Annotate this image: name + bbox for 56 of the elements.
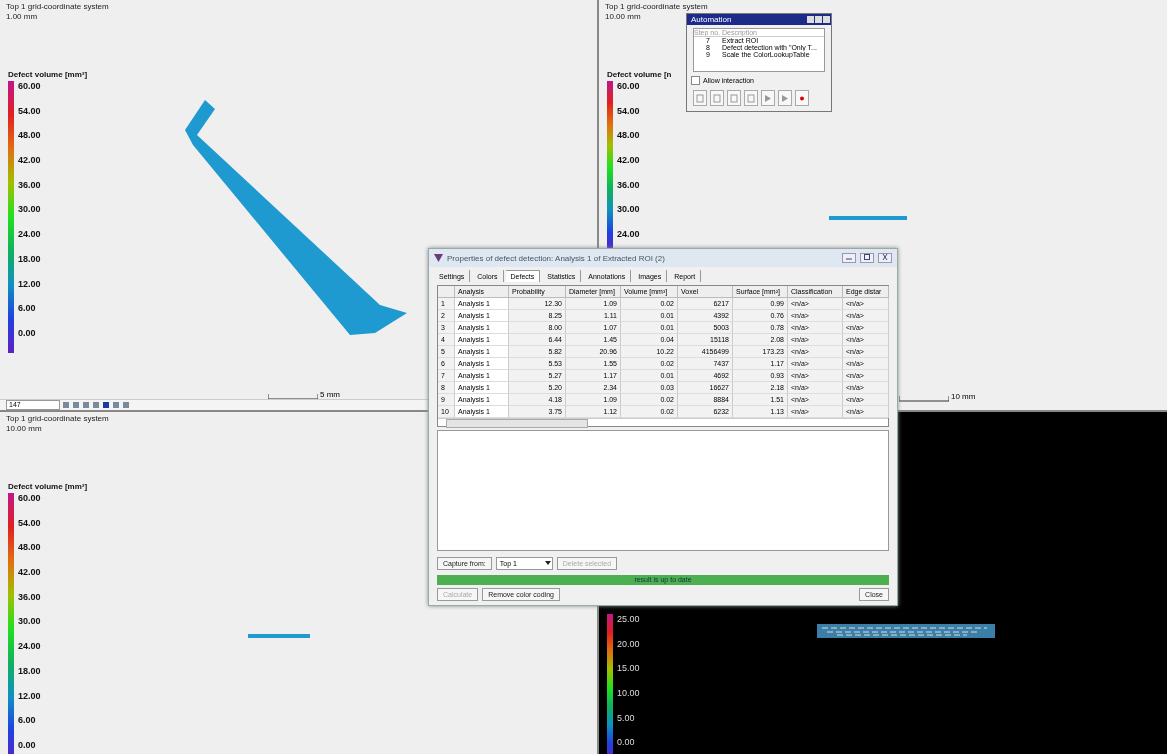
legend-tick-label: 48.00 [18,130,41,143]
legend-tick-label: 0.00 [617,737,636,750]
legend-tick-label: 10.00 [617,687,640,700]
legend-tick-label: 24.00 [18,641,41,654]
legend-tick-label: 54.00 [617,105,640,118]
legend-tick-label: 36.00 [18,591,41,604]
legend-tick-label: 30.00 [18,616,41,629]
legend-tick-label: 24.00 [18,229,41,242]
viewport-title: Top 1 grid-coordinate system [605,2,708,12]
legend-tick-label: 25.00 [617,613,640,626]
legend-tick-label: 5.00 [617,712,636,725]
window-controls-icon[interactable] [807,16,831,23]
legend-tick-label: 36.00 [617,179,640,192]
legend-tick-label: 60.00 [18,81,41,93]
window-title-bar: Automation [687,14,831,25]
legend-tick-label: 54.00 [18,517,41,530]
legend-tick-label: 36.00 [18,179,41,192]
legend-tick-label: 54.00 [18,105,41,118]
legend-tick-label: 48.00 [617,130,640,143]
scrollbar-thumb[interactable] [446,419,588,428]
scale-bar-label: 5 mm [320,390,340,400]
dialog-title: Properties of defect detection: Analysis 1 of Extracted ROI (2) [447,253,665,263]
scale-bar-icon [899,396,949,402]
legend-tick-label: 12.00 [18,690,41,703]
legend-tick-label: 20.00 [617,638,640,651]
legend-title: Defect volume [mm³] [8,70,88,79]
viewport-title: Top 1 grid-coordinate system [6,414,109,424]
legend-tick-label: 6.00 [18,303,37,316]
legend-tick-label: 18.00 [18,253,41,266]
viewport-scale-label: 10.00 mm [605,12,641,22]
viewport-title: Top 1 grid-coordinate system [6,2,109,12]
legend-title: Defect volume [mm³] [8,482,88,491]
legend-tick-label: 12.00 [18,278,41,291]
legend-tick-label: 0.00 [18,327,37,340]
legend-tick-label: 18.00 [18,665,41,678]
legend-tick-label: 6.00 [18,715,37,728]
scale-bar-label: 10 mm [951,392,976,402]
legend-tick-label: 30.00 [617,204,640,217]
viewport-scale-label: 10.00 mm [6,424,42,434]
legend-tick-label: 30.00 [18,204,41,217]
legend-tick-label: 24.00 [617,229,640,242]
checkbox[interactable] [691,76,700,85]
legend-title: Defect volume [n [607,70,672,79]
app-logo-icon [434,254,443,262]
legend-tick-label: 60.00 [617,81,640,93]
legend-tick-label: 42.00 [18,567,41,580]
legend-tick-label: 0.00 [18,739,37,752]
legend-tick-label: 48.00 [18,542,41,555]
scale-bar-icon [268,394,318,400]
column-header[interactable] [438,286,455,298]
legend-tick-label: 42.00 [18,155,41,168]
viewport-scale-label: 1.00 mm [6,12,38,22]
defect-scan-drawing [248,632,312,640]
legend-tick-label: 42.00 [617,155,640,168]
legend-tick-label: 15.00 [617,663,640,676]
legend-tick-label: 60.00 [18,493,41,505]
